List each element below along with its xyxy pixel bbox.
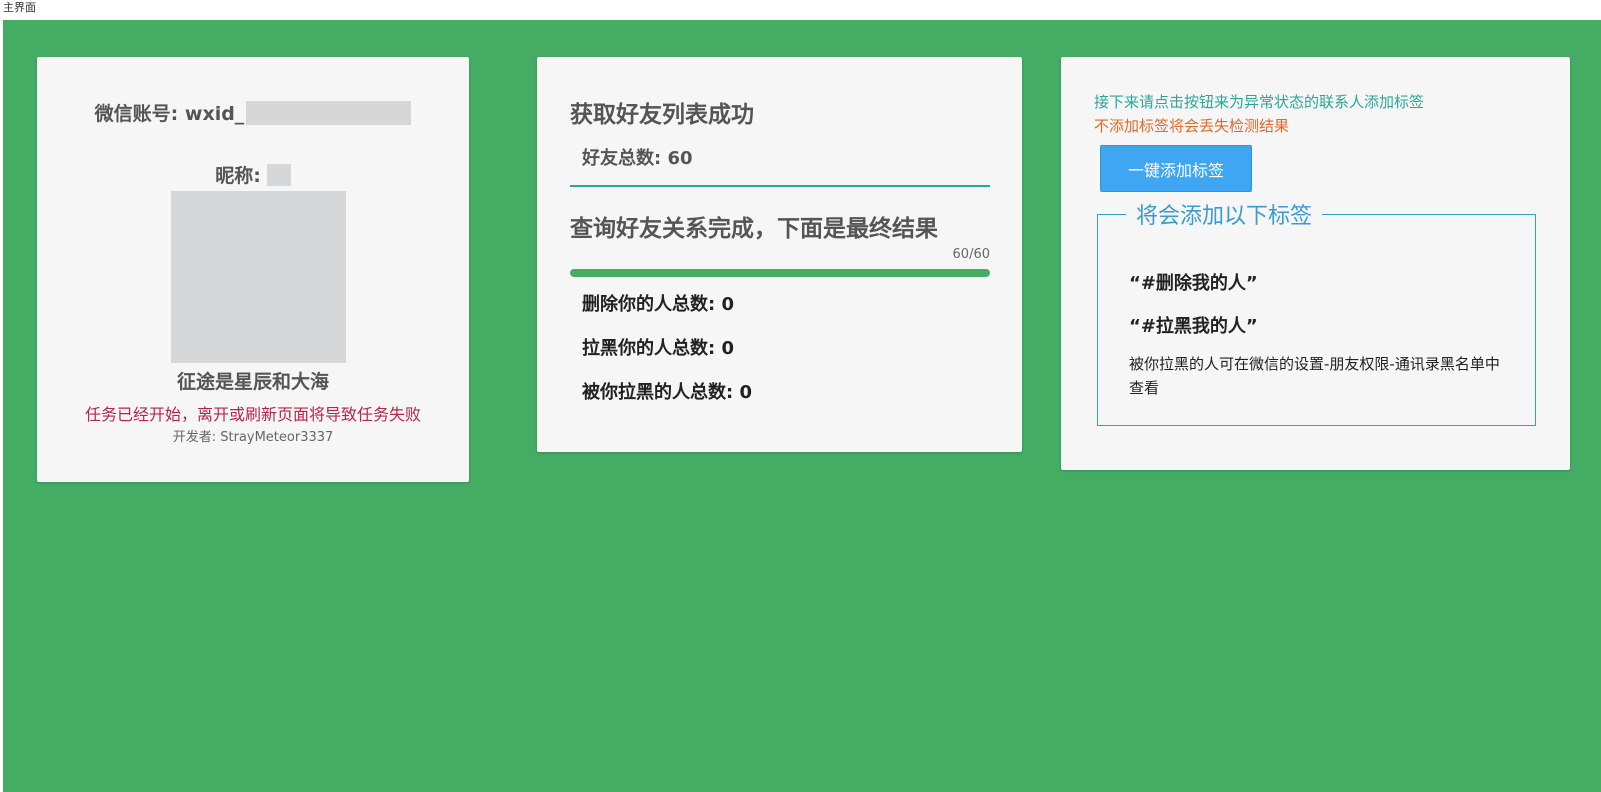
wechat-id-row: 微信账号: wxid_ (37, 99, 469, 127)
tag-warning: 不添加标签将会丢失检测结果 (1094, 117, 1290, 135)
nickname-redacted (266, 163, 291, 186)
blocklist-note: 被你拉黑的人可在微信的设置-朋友权限-通讯录黑名单中查看 (1129, 355, 1500, 397)
status-card: 获取好友列表成功 好友总数: 60 查询好友关系完成，下面是最终结果 60/60… (537, 57, 1022, 452)
window-title: 主界面 (3, 1, 36, 14)
user-motto: 征途是星辰和大海 (176, 371, 329, 393)
progress-bar-fill (570, 269, 990, 277)
result-list: 删除你的人总数: 0 拉黑你的人总数: 0 被你拉黑的人总数: 0 (582, 293, 752, 425)
tag-preview-box: 将会添加以下标签 “#删除我的人” “#拉黑我的人” 被你拉黑的人可在微信的设置… (1097, 198, 1536, 426)
nickname-row: 昵称: (37, 161, 469, 188)
result-blocked-by-you: 被你拉黑的人总数: 0 (582, 382, 752, 403)
nickname-label: 昵称: (215, 165, 261, 187)
wechat-id-redacted (246, 100, 412, 125)
progress-count: 60/60 (952, 247, 990, 262)
tags-card: 接下来请点击按钮来为异常状态的联系人添加标签 不添加标签将会丢失检测结果 一键添… (1061, 57, 1570, 470)
tag-item-deleted-me: “#删除我的人” (1129, 273, 1258, 294)
avatar (171, 191, 346, 363)
developer-credit: 开发者: StrayMeteor3337 (172, 430, 334, 445)
tag-preview-legend: 将会添加以下标签 (1126, 198, 1323, 230)
progress-bar (570, 269, 990, 277)
query-status-title: 查询好友关系完成，下面是最终结果 (570, 216, 938, 242)
account-card: 微信账号: wxid_ 昵称: 征途是星辰和大海 任务已经开始，离开或刷新页面将… (37, 57, 469, 482)
tag-hint: 接下来请点击按钮来为异常状态的联系人添加标签 (1094, 93, 1425, 111)
tag-item-blocked-me: “#拉黑我的人” (1129, 316, 1258, 337)
result-blocked-you: 拉黑你的人总数: 0 (582, 338, 734, 359)
fetch-status-title: 获取好友列表成功 (570, 102, 754, 128)
add-tags-button[interactable]: 一键添加标签 (1100, 145, 1252, 192)
task-warning: 任务已经开始，离开或刷新页面将导致任务失败 (84, 405, 421, 424)
main-stage: 微信账号: wxid_ 昵称: 征途是星辰和大海 任务已经开始，离开或刷新页面将… (3, 20, 1601, 792)
section-divider (570, 185, 990, 187)
wechat-id-label: 微信账号: wxid_ (94, 103, 245, 125)
result-deleted-you: 删除你的人总数: 0 (582, 294, 734, 315)
friends-total: 好友总数: 60 (582, 148, 693, 169)
